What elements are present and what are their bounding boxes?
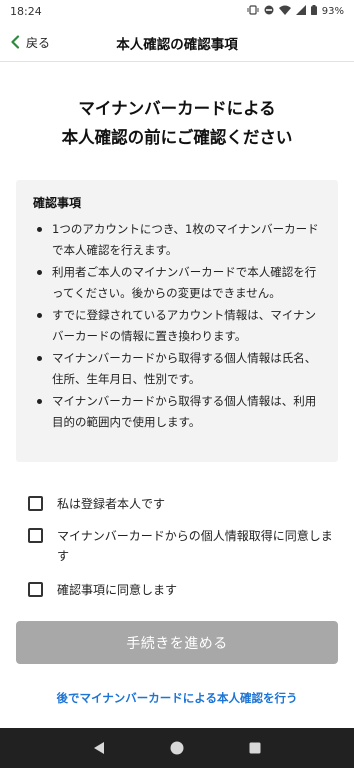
square-recents-icon <box>249 742 261 754</box>
battery-icon <box>310 4 317 18</box>
app-header: 戻る 本人確認の確認事項 <box>0 22 354 62</box>
status-icons: 93% <box>247 4 344 18</box>
notice-agree-checkbox[interactable] <box>28 582 43 597</box>
registrant-check-label: 私は登録者本人です <box>57 497 166 511</box>
check-row-notice-agree[interactable]: 確認事項に同意します <box>28 580 340 600</box>
headline: マイナンバーカードによる 本人確認の前にご確認ください <box>0 94 354 152</box>
page-title: 本人確認の確認事項 <box>116 37 238 53</box>
notice-list: 1つのアカウントにつき、1枚のマイナンバーカードで本人確認を行えます。 利用者ご… <box>33 219 324 432</box>
circle-home-icon <box>170 741 184 755</box>
nav-recents-button[interactable] <box>243 736 267 760</box>
triangle-back-icon <box>94 742 104 754</box>
system-nav-bar <box>0 728 354 768</box>
registrant-checkbox[interactable] <box>28 496 43 511</box>
notice-title: 確認事項 <box>33 196 82 210</box>
status-time: 18:24 <box>10 4 42 18</box>
signal-icon <box>295 4 306 18</box>
back-button[interactable]: 戻る <box>10 30 50 54</box>
wifi-icon <box>278 5 291 18</box>
status-bar: 18:24 93% <box>0 0 354 22</box>
notice-item: 利用者ご本人のマイナンバーカードで本人確認を行ってください。後からの変更はできま… <box>33 262 324 303</box>
nav-home-button[interactable] <box>165 736 189 760</box>
verify-later-link[interactable]: 後でマイナンバーカードによる本人確認を行う <box>0 690 354 706</box>
check-row-personal-info[interactable]: マイナンバーカードからの個人情報取得に同意します <box>28 526 340 566</box>
notice-item: すでに登録されているアカウント情報は、マイナンバーカードの情報に置き換わります。 <box>33 305 324 346</box>
personal-info-check-label: マイナンバーカードからの個人情報取得に同意します <box>57 529 333 563</box>
personal-info-checkbox[interactable] <box>28 528 43 543</box>
nav-back-button[interactable] <box>87 736 111 760</box>
chevron-left-icon <box>10 35 20 49</box>
check-row-registrant[interactable]: 私は登録者本人です <box>28 494 340 514</box>
vibrate-icon <box>247 4 259 18</box>
headline-line-2: 本人確認の前にご確認ください <box>61 128 293 147</box>
notice-item: マイナンバーカードから取得する個人情報は氏名、住所、生年月日、性別です。 <box>33 348 324 389</box>
battery-percent: 93% <box>321 5 344 17</box>
notice-item: 1つのアカウントにつき、1枚のマイナンバーカードで本人確認を行えます。 <box>33 219 324 260</box>
notice-agree-check-label: 確認事項に同意します <box>57 583 178 597</box>
proceed-button[interactable]: 手続きを進める <box>16 621 338 664</box>
back-label: 戻る <box>26 35 51 50</box>
consent-checklist: 私は登録者本人です マイナンバーカードからの個人情報取得に同意します 確認事項に… <box>28 494 340 614</box>
dnd-icon <box>264 5 274 18</box>
notice-item: マイナンバーカードから取得する個人情報は、利用目的の範囲内で使用します。 <box>33 391 324 432</box>
notice-box: 確認事項 1つのアカウントにつき、1枚のマイナンバーカードで本人確認を行えます。… <box>16 180 338 462</box>
headline-line-1: マイナンバーカードによる <box>78 99 276 118</box>
